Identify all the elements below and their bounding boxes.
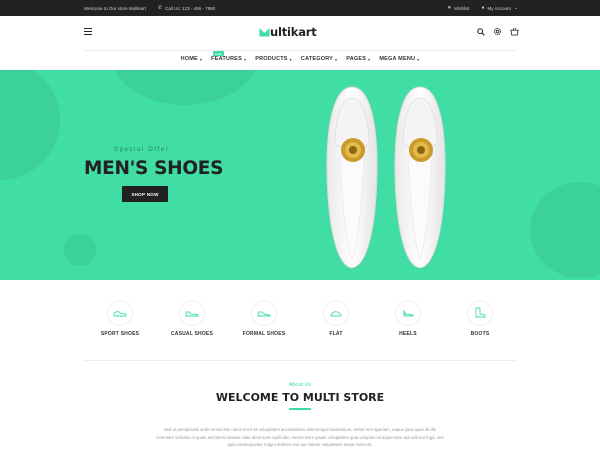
chevron-down-icon: ⌄ xyxy=(513,5,518,11)
gear-icon[interactable] xyxy=(493,27,502,36)
my-account-dropdown[interactable]: ● My Account ⌄ xyxy=(482,5,519,11)
nav-item-products[interactable]: PRODUCTS ▾ xyxy=(255,56,292,62)
category-label: HEELS xyxy=(399,331,417,337)
welcome-title: WELCOME TO MULTI STORE xyxy=(215,391,385,404)
logo[interactable]: ultikart xyxy=(259,25,317,39)
section-divider xyxy=(84,360,516,361)
category-heels[interactable]: HEELS xyxy=(372,300,444,337)
wishlist-label: Wishlist xyxy=(454,5,470,11)
hero-title: MEN'S SHOES xyxy=(84,158,224,179)
chevron-down-icon: ▾ xyxy=(243,56,247,62)
hero-tag: Special Offer xyxy=(114,147,170,153)
phone-text: Call Us: 123 - 456 - 7890 xyxy=(165,5,216,11)
shop-now-button[interactable]: SHOP NOW xyxy=(122,186,168,202)
category-label: FORMAL SHOES xyxy=(242,331,286,337)
nav-item-home[interactable]: HOME ▾ xyxy=(181,56,203,62)
flat-shoe-icon xyxy=(323,300,349,326)
nav-label: MEGA MENU xyxy=(379,56,416,62)
nav-item-features[interactable]: new FEATURES ▾ xyxy=(211,51,247,62)
formal-shoe-icon xyxy=(251,300,277,326)
nav-item-pages[interactable]: PAGES ▾ xyxy=(346,56,370,62)
hero-banner: Special Offer MEN'S SHOES SHOP NOW xyxy=(0,70,600,280)
nav-label: CATEGORY xyxy=(300,56,334,62)
category-label: SPORT SHOES xyxy=(100,331,140,337)
logo-mark-icon xyxy=(259,28,270,37)
nav-item-mega-menu[interactable]: MEGA MENU ▾ xyxy=(379,56,419,62)
top-bar: Welcome to Our store Multikart ✆ Call Us… xyxy=(0,0,600,16)
nav-label: HOME xyxy=(180,56,198,62)
user-icon: ● xyxy=(481,5,485,11)
chevron-down-icon: ▾ xyxy=(335,56,338,62)
welcome-paragraph: Sed ut perspiciatis unde omnis iste natu… xyxy=(156,427,444,447)
category-label: FLAT xyxy=(329,331,343,337)
sport-shoe-icon xyxy=(107,300,133,326)
category-list: SPORT SHOES CASUAL SHOES FORMAL SHOES FL… xyxy=(84,300,516,337)
category-label: BOOTS xyxy=(470,331,490,337)
phone-icon: ✆ xyxy=(157,5,163,11)
decor-circle xyxy=(64,234,96,266)
nav-label: PAGES xyxy=(346,56,367,62)
category-flat[interactable]: FLAT xyxy=(300,300,372,337)
nav-item-category[interactable]: CATEGORY ▾ xyxy=(301,56,337,62)
hamburger-line xyxy=(84,30,92,33)
category-label: CASUAL SHOES xyxy=(170,331,214,337)
decor-circle xyxy=(110,70,260,105)
chevron-down-icon: ▾ xyxy=(368,56,371,62)
title-underline xyxy=(289,408,311,410)
cart-icon[interactable] xyxy=(510,27,519,36)
phone-info: ✆ Call Us: 123 - 456 - 7890 xyxy=(158,5,215,11)
heart-icon: ♥ xyxy=(448,5,451,11)
new-badge: new xyxy=(213,51,224,56)
hamburger-line xyxy=(84,33,92,35)
decor-circle xyxy=(0,70,60,180)
shoes-product-image xyxy=(326,86,446,269)
casual-shoe-icon xyxy=(179,300,205,326)
about-us-tag: About Us xyxy=(288,382,312,388)
chevron-down-icon: ▾ xyxy=(289,56,292,62)
chevron-down-icon: ▾ xyxy=(199,56,203,62)
welcome-message: Welcome to Our store Multikart xyxy=(84,6,146,11)
nav-label: FEATURES xyxy=(211,56,242,62)
welcome-text: Welcome to Our store Multikart xyxy=(84,5,146,11)
hamburger-line xyxy=(84,28,92,30)
category-casual-shoes[interactable]: CASUAL SHOES xyxy=(156,300,228,337)
search-icon[interactable] xyxy=(476,27,485,36)
boot-icon xyxy=(467,300,493,326)
chevron-down-icon: ▾ xyxy=(417,56,420,62)
logo-text: ultikart xyxy=(270,25,317,39)
account-label: My Account xyxy=(487,5,511,11)
decor-circle xyxy=(530,182,600,278)
nav-label: PRODUCTS xyxy=(255,56,288,62)
wishlist-link[interactable]: ♥ Wishlist xyxy=(448,5,469,11)
menu-toggle-button[interactable] xyxy=(84,28,92,35)
main-nav: HOME ▾ new FEATURES ▾ PRODUCTS ▾ CATEGOR… xyxy=(0,51,600,69)
heel-icon xyxy=(395,300,421,326)
category-formal-shoes[interactable]: FORMAL SHOES xyxy=(228,300,300,337)
category-sport-shoes[interactable]: SPORT SHOES xyxy=(84,300,156,337)
category-boots[interactable]: BOOTS xyxy=(444,300,516,337)
site-header: ultikart xyxy=(0,16,600,50)
